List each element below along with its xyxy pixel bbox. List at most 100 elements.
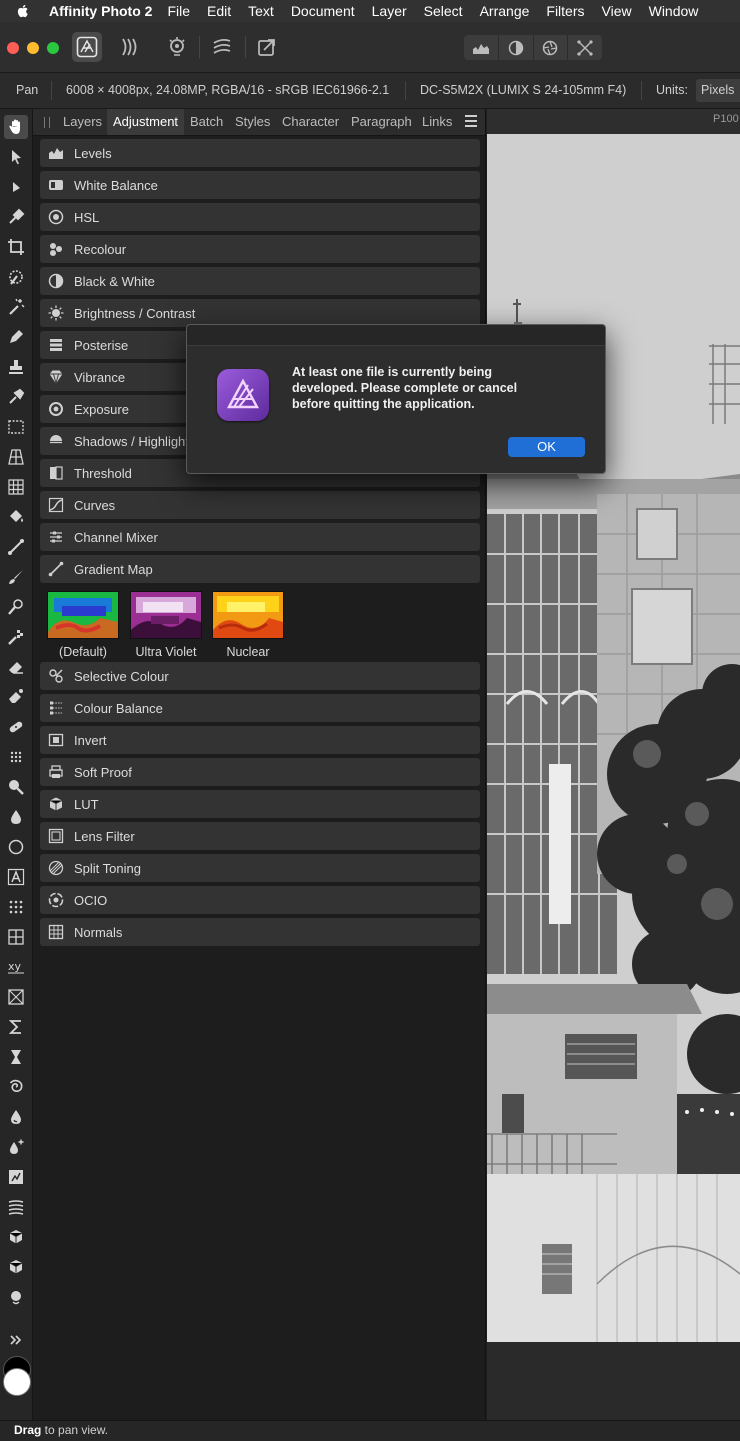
background-erase-tool[interactable] [4,685,28,709]
mesh-warp-button[interactable] [568,35,602,60]
dodge-tool[interactable] [4,745,28,769]
healing-brush-tool[interactable] [4,385,28,409]
zoom-tool[interactable] [4,775,28,799]
develop-persona-button[interactable] [162,32,192,62]
retouch-tool[interactable] [4,1165,28,1189]
adjustment-channel-mixer[interactable]: Channel Mixer [40,523,480,551]
clone-brush-tool[interactable] [4,355,28,379]
view-tool[interactable] [4,115,28,139]
tab-batch[interactable]: Batch [184,109,229,135]
menu-view[interactable]: View [602,3,632,19]
units-dropdown[interactable]: Pixels [696,79,740,102]
adjustment-ocio[interactable]: OCIO [40,886,480,914]
menu-text[interactable]: Text [248,3,274,19]
3d-alt-tool[interactable] [4,1255,28,1279]
color-picker-tool[interactable] [4,205,28,229]
menu-select[interactable]: Select [424,3,463,19]
adjustment-split-toning[interactable]: Split Toning [40,854,480,882]
smudge-tool[interactable] [4,1285,28,1309]
adjustment-invert[interactable]: Invert [40,726,480,754]
adjustment-hsl[interactable]: HSL [40,203,480,231]
expand-tools-button[interactable] [4,1331,28,1349]
pen-tool[interactable] [4,325,28,349]
export-persona-button[interactable] [252,32,282,62]
adjustment-lens-filter[interactable]: Lens Filter [40,822,480,850]
preset-ultra-violet[interactable]: Ultra Violet [128,591,204,659]
warp-tool[interactable] [4,985,28,1009]
apple-icon[interactable] [15,3,31,19]
menu-window[interactable]: Window [649,3,699,19]
adjustment-white-balance[interactable]: White Balance [40,171,480,199]
crop-tool[interactable] [4,235,28,259]
adjustment-normals[interactable]: Normals [40,918,480,946]
menu-arrange[interactable]: Arrange [480,3,530,19]
node-tool[interactable] [4,175,28,199]
adjustment-levels[interactable]: Levels [40,139,480,167]
sum-tool[interactable] [4,1015,28,1039]
tab-paragraph[interactable]: Paragraph [345,109,418,135]
adjustment-curves[interactable]: Curves [40,491,480,519]
twirl-tool[interactable] [4,1075,28,1099]
sponge-tool[interactable] [4,1045,28,1069]
focus-merge-button[interactable] [534,35,569,60]
tab-adjustment[interactable]: Adjustment [107,109,185,135]
flood-select-tool[interactable] [4,295,28,319]
menu-filters[interactable]: Filters [546,3,584,19]
menu-document[interactable]: Document [291,3,355,19]
mesh-warp-tool[interactable] [4,475,28,499]
panel-grip-handle[interactable] [44,117,50,128]
document-canvas[interactable] [487,134,740,1342]
ok-button[interactable]: OK [508,437,585,457]
gradient-tool[interactable] [4,535,28,559]
perspective-tool[interactable] [4,445,28,469]
blur-brush-tool[interactable] [4,805,28,829]
preset-nuclear[interactable]: Nuclear [210,591,286,659]
selection-brush-tool[interactable] [4,265,28,289]
adjustment-lut[interactable]: LUT [40,790,480,818]
adjustment-black-white[interactable]: Black & White [40,267,480,295]
primary-colour-swatch[interactable] [3,1368,31,1396]
marquee-tool[interactable] [4,415,28,439]
app-name-menu[interactable]: Affinity Photo 2 [49,3,152,19]
close-window-button[interactable] [7,42,19,54]
menu-file[interactable]: File [167,3,190,19]
photo-persona-button[interactable] [72,32,102,62]
preset-default[interactable]: (Default) [45,591,121,659]
blemish-removal-tool[interactable] [4,715,28,739]
tab-styles[interactable]: Styles [229,109,276,135]
burn-tool[interactable] [4,1105,28,1129]
minimize-window-button[interactable] [27,42,39,54]
tone-mapping-persona-button[interactable] [207,32,237,62]
tab-character[interactable]: Character [276,109,345,135]
3d-tool[interactable] [4,1225,28,1249]
move-tool[interactable] [4,145,28,169]
colour-replacement-tool[interactable] [4,595,28,619]
erase-brush-tool[interactable] [4,655,28,679]
contrast-button[interactable] [499,35,534,60]
menu-edit[interactable]: Edit [207,3,231,19]
lines-tool[interactable] [4,1195,28,1219]
frame-tool[interactable] [4,925,28,949]
liquify-persona-button[interactable] [116,32,146,62]
paint-brush-tool[interactable] [4,565,28,589]
flood-fill-tool[interactable] [4,505,28,529]
zoom-window-button[interactable] [47,42,59,54]
sharpen-tool[interactable] [4,1135,28,1159]
adjustment-recolour[interactable]: Recolour [40,235,480,263]
ellipse-tool[interactable] [4,835,28,859]
adjustment-gradient-map[interactable]: Gradient Map [40,555,480,583]
tab-layers[interactable]: Layers [57,109,108,135]
panel-menu-icon[interactable] [465,115,477,129]
adjustment-soft-proof[interactable]: Soft Proof [40,758,480,786]
adjustment-colour-balance[interactable]: Colour Balance [40,694,480,722]
pixel-tool[interactable] [4,625,28,649]
adjustment-selective-colour[interactable]: Selective Colour [40,662,480,690]
dot-grid-tool[interactable] [4,895,28,919]
tab-links[interactable]: Links [416,109,458,135]
adjustment-brightness-contrast[interactable]: Brightness / Contrast [40,299,480,327]
histogram-button[interactable] [464,35,499,60]
document-tab-label[interactable]: P100 [713,113,739,125]
text-tool[interactable] [4,865,28,889]
xy-tool[interactable]: xy [4,955,28,979]
menu-layer[interactable]: Layer [372,3,407,19]
